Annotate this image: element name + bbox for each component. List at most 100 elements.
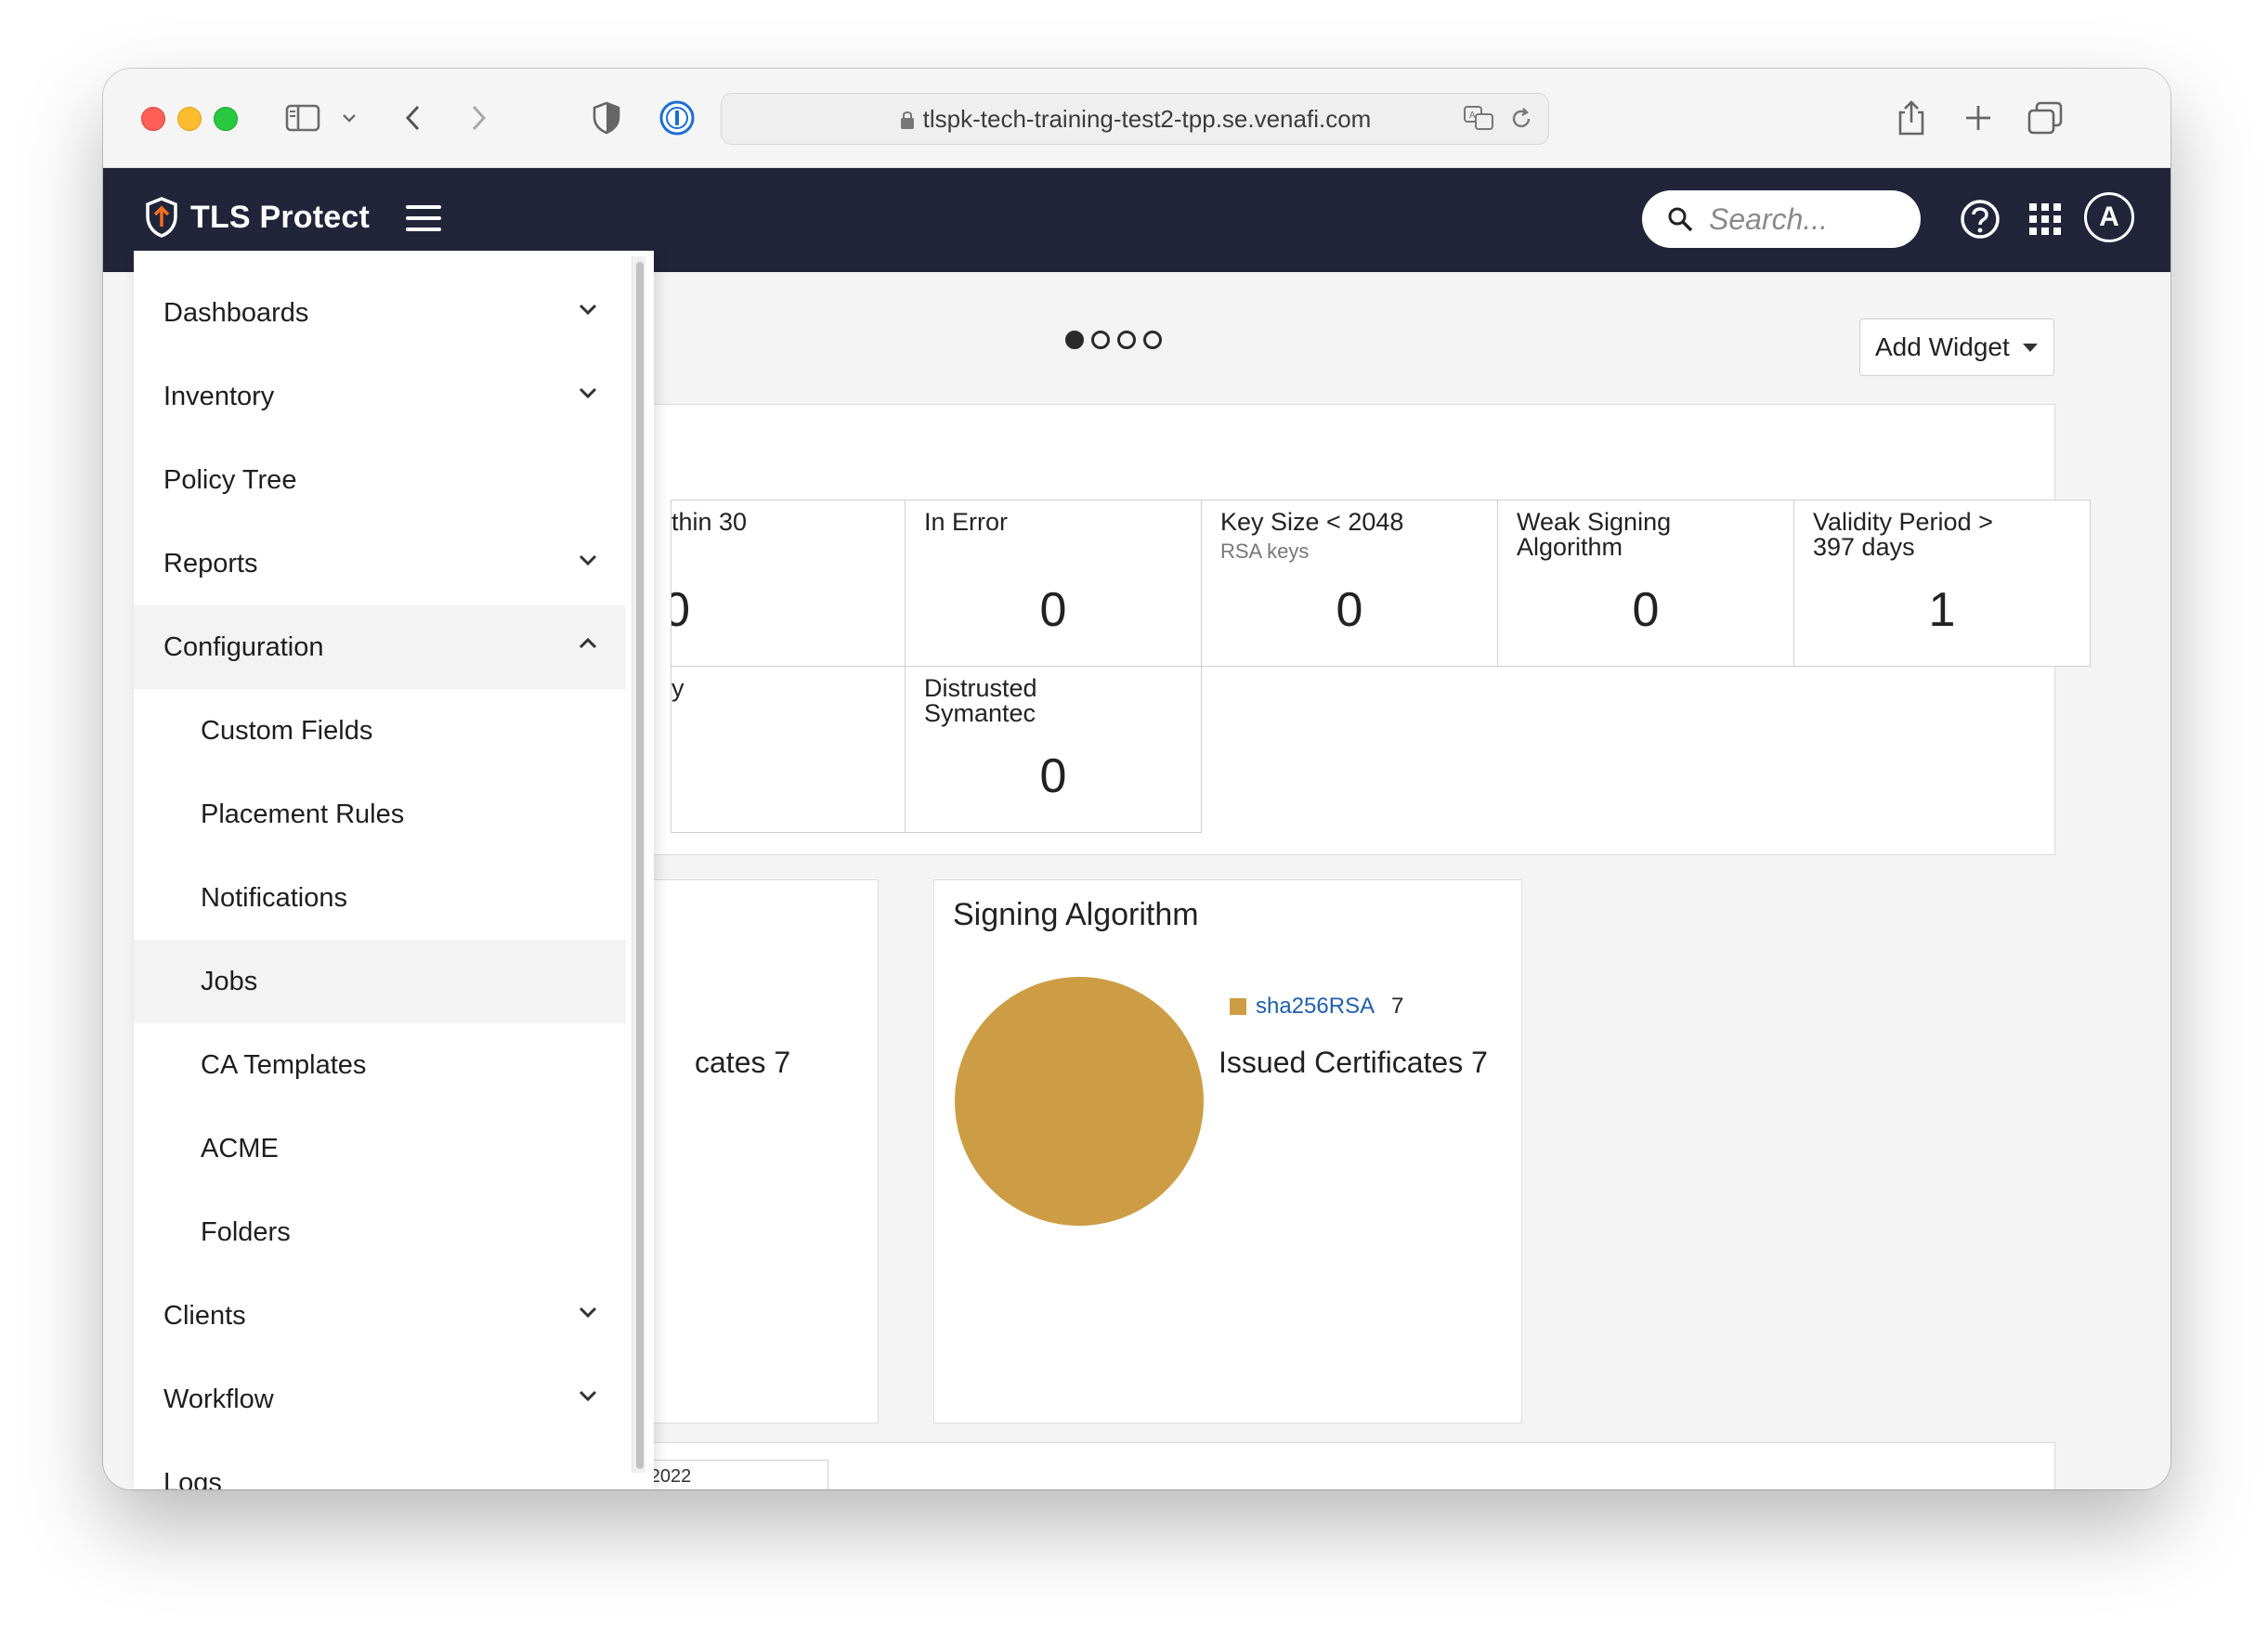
widget-title: Signing Algorithm — [953, 897, 1199, 932]
stat-value: 1 — [1928, 583, 1956, 637]
forward-arrow-icon[interactable] — [467, 97, 489, 139]
url-text[interactable]: tlspk-tech-training-test2-tpp.se.venafi.… — [722, 94, 1548, 144]
tls-protect-logo-icon — [146, 197, 177, 238]
chevron-down-icon — [579, 387, 597, 399]
chevron-down-icon[interactable] — [341, 97, 358, 139]
menu-item-clients[interactable]: Clients — [134, 1274, 626, 1358]
issued-certificates-widget: cates 7 — [623, 879, 879, 1424]
caret-down-icon — [2022, 343, 2038, 352]
page-dot-2[interactable] — [1091, 331, 1110, 349]
search-icon — [1668, 207, 1693, 232]
menu-label: Inventory — [163, 381, 275, 411]
menu-item-workflow[interactable]: Workflow — [134, 1358, 626, 1441]
chevron-down-icon — [579, 554, 597, 566]
reload-icon[interactable] — [1509, 107, 1533, 136]
menu-scrollbar[interactable] — [632, 256, 645, 1473]
stat-title: y — [671, 674, 684, 702]
menu-label: Notifications — [201, 882, 347, 913]
signing-algorithm-pie-chart — [955, 977, 1204, 1226]
menu-label: ACME — [201, 1133, 279, 1164]
share-icon[interactable] — [1896, 97, 1927, 139]
menu-item-folders[interactable]: Folders — [134, 1190, 626, 1274]
url-value: tlspk-tech-training-test2-tpp.se.venafi.… — [922, 105, 1372, 133]
chevron-down-icon — [579, 1390, 597, 1402]
sidebar-toggle-icon[interactable] — [285, 97, 322, 139]
menu-label: Workflow — [163, 1384, 274, 1414]
svg-text:A: A — [1469, 110, 1476, 121]
date-field[interactable]: ..0/2022 — [624, 1460, 828, 1489]
menu-item-configuration[interactable]: Configuration — [134, 605, 626, 689]
password-manager-icon[interactable] — [658, 97, 696, 139]
chevron-up-icon — [579, 637, 597, 649]
navigation-menu: Dashboards Inventory Policy Tree Reports… — [134, 251, 654, 1489]
back-arrow-icon[interactable] — [402, 97, 424, 139]
dashboard-page-indicator — [1065, 331, 1162, 349]
menu-scroll-thumb[interactable] — [636, 262, 644, 1469]
menu-label: Placement Rules — [201, 799, 405, 829]
menu-item-notifications[interactable]: Notifications — [134, 856, 626, 940]
menu-label: Folders — [201, 1216, 291, 1247]
apps-grid-icon[interactable] — [2029, 203, 2061, 240]
menu-item-policy-tree[interactable]: Policy Tree — [134, 438, 626, 522]
user-avatar[interactable]: A — [2084, 192, 2134, 242]
stat-title: Distrusted Symantec — [924, 674, 1037, 727]
close-window-button[interactable] — [141, 107, 165, 131]
new-tab-icon[interactable] — [1964, 97, 1992, 139]
hamburger-menu-icon[interactable] — [406, 205, 441, 235]
stat-title: Weak Signing Algorithm — [1517, 508, 1672, 561]
page-dot-1[interactable] — [1065, 331, 1084, 349]
tab-overview-icon[interactable] — [2027, 97, 2063, 139]
stat-title: Key Size < 2048 — [1220, 508, 1404, 536]
search-input[interactable] — [1709, 190, 1904, 248]
issued-certificates-text: cates 7 — [695, 1046, 791, 1079]
stat-cell-validity-period[interactable]: Validity Period > 397 days 1 — [1793, 500, 2091, 667]
translate-icon[interactable]: A — [1463, 105, 1496, 136]
chevron-down-icon — [579, 1306, 597, 1319]
legend-count: 7 — [1391, 994, 1404, 1019]
stat-subtitle: RSA keys — [1220, 540, 1310, 563]
legend-swatch — [1230, 998, 1246, 1015]
stat-value: 0 — [1039, 583, 1067, 637]
menu-item-logs[interactable]: Logs — [134, 1441, 626, 1490]
menu-item-inventory[interactable]: Inventory — [134, 355, 626, 438]
stat-cell-distrusted-symantec[interactable]: Distrusted Symantec 0 — [905, 666, 1202, 833]
stat-value: 0 — [1336, 583, 1363, 637]
help-icon[interactable] — [1957, 196, 2003, 247]
bottom-widget-panel: ..0/2022 — [623, 1442, 2055, 1489]
menu-item-acme[interactable]: ACME — [134, 1107, 626, 1190]
menu-item-dashboards[interactable]: Dashboards — [134, 271, 626, 355]
page-dot-3[interactable] — [1117, 331, 1136, 349]
minimize-window-button[interactable] — [177, 107, 202, 131]
stat-cell-weak-signing[interactable]: Weak Signing Algorithm 0 — [1497, 500, 1794, 667]
stat-cell[interactable]: y — [671, 666, 906, 833]
menu-label: Clients — [163, 1300, 246, 1331]
stat-cell-in-error[interactable]: In Error 0 — [905, 500, 1202, 667]
address-bar[interactable]: tlspk-tech-training-test2-tpp.se.venafi.… — [721, 93, 1549, 145]
stat-cell-key-size[interactable]: Key Size < 2048 RSA keys 0 — [1201, 500, 1498, 667]
shield-icon[interactable] — [592, 97, 621, 139]
menu-label: Policy Tree — [163, 464, 297, 495]
menu-label: CA Templates — [201, 1049, 367, 1080]
brand[interactable]: TLS Protect — [144, 196, 370, 239]
menu-label: Jobs — [201, 966, 258, 996]
stat-value: 0 — [671, 583, 690, 637]
stat-title: In Error — [924, 508, 1009, 536]
search-box[interactable] — [1642, 190, 1921, 248]
stat-title: Validity Period > 397 days — [1813, 508, 1993, 561]
add-widget-button[interactable]: Add Widget — [1859, 318, 2054, 376]
menu-item-jobs[interactable]: Jobs — [134, 940, 626, 1023]
pie-slice-sha256rsa[interactable] — [955, 977, 1204, 1226]
stat-value: 0 — [1039, 749, 1067, 803]
brand-name: TLS Protect — [190, 199, 371, 235]
menu-label: Reports — [163, 548, 258, 578]
chevron-down-icon — [579, 304, 597, 316]
maximize-window-button[interactable] — [214, 107, 238, 131]
menu-item-ca-templates[interactable]: CA Templates — [134, 1023, 626, 1107]
page-dot-4[interactable] — [1143, 331, 1162, 349]
lock-icon — [900, 111, 914, 129]
menu-item-reports[interactable]: Reports — [134, 522, 626, 605]
legend-label-sha256rsa[interactable]: sha256RSA — [1256, 994, 1375, 1020]
menu-item-custom-fields[interactable]: Custom Fields — [134, 689, 626, 773]
signing-algorithm-widget: Signing Algorithm sha256RSA 7 Issued Cer… — [933, 879, 1522, 1424]
menu-item-placement-rules[interactable]: Placement Rules — [134, 773, 626, 856]
